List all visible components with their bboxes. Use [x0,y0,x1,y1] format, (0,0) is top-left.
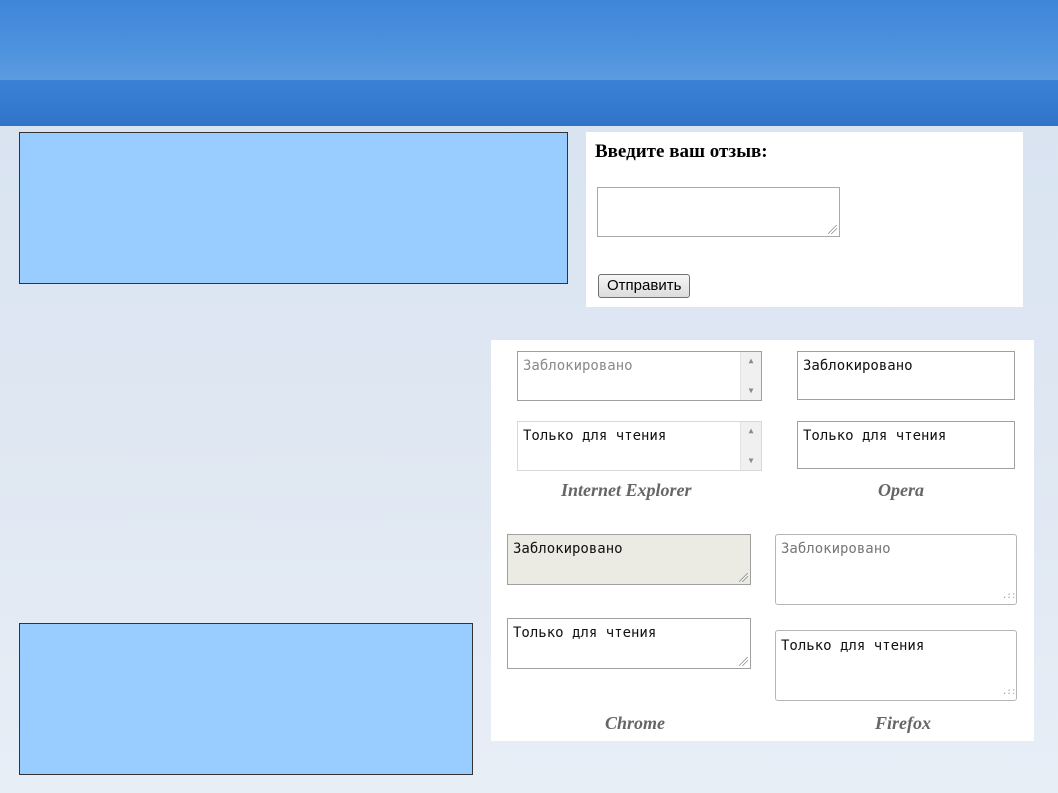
opera-disabled-textarea[interactable]: Заблокировано [797,351,1015,400]
firefox-disabled-text: Заблокировано [781,541,891,557]
ie-readonly-text: Только для чтения [523,428,667,444]
ie-disabled-textarea[interactable]: Заблокировано ▲ ▼ [517,351,762,401]
label-firefox: Firefox [875,713,931,733]
header-top-band [0,0,1058,80]
triangle-up-icon[interactable]: ▲ [741,423,761,439]
triangle-down-icon[interactable]: ▼ [741,453,761,469]
firefox-readonly-text: Только для чтения [781,638,925,654]
ie-scrollbar[interactable]: ▲ ▼ [740,422,761,470]
ie-scrollbar[interactable]: ▲ ▼ [740,352,761,400]
resize-grip-icon[interactable] [828,225,837,234]
submit-button[interactable]: Отправить [598,274,691,298]
chrome-readonly-text: Только для чтения [513,625,657,641]
chrome-disabled-text: Заблокировано [513,541,623,557]
header-bottom-band [0,80,1058,126]
browser-textarea-examples: Заблокировано ▲ ▼ Только для чтения ▲ ▼ … [491,340,1034,741]
feedback-textarea[interactable] [597,187,840,237]
ie-readonly-textarea[interactable]: Только для чтения ▲ ▼ [517,421,762,471]
firefox-disabled-textarea[interactable]: Заблокировано .:ː [775,534,1017,605]
firefox-readonly-textarea[interactable]: Только для чтения .:ː [775,630,1017,701]
note-box-top [19,132,568,284]
triangle-up-icon[interactable]: ▲ [741,353,761,369]
resize-grip-icon[interactable] [739,573,748,582]
chrome-readonly-textarea[interactable]: Только для чтения [507,618,751,669]
resize-grip-icon[interactable] [739,657,748,666]
form-title: Введите ваш отзыв: [595,141,768,162]
triangle-down-icon[interactable]: ▼ [741,383,761,399]
label-internet-explorer: Internet Explorer [561,480,692,500]
note-box-bottom [19,623,473,775]
opera-readonly-text: Только для чтения [803,428,947,444]
opera-readonly-textarea[interactable]: Только для чтения [797,421,1015,469]
label-chrome: Chrome [605,713,666,733]
chrome-disabled-textarea[interactable]: Заблокировано [507,534,751,585]
ie-disabled-text: Заблокировано [523,358,633,374]
feedback-form-panel: Введите ваш отзыв: Отправить [586,132,1023,307]
label-opera: Opera [878,480,924,500]
opera-disabled-text: Заблокировано [803,358,913,374]
resize-grip-icon[interactable]: .:ː [1002,592,1016,601]
resize-grip-icon[interactable]: .:ː [1002,688,1016,697]
